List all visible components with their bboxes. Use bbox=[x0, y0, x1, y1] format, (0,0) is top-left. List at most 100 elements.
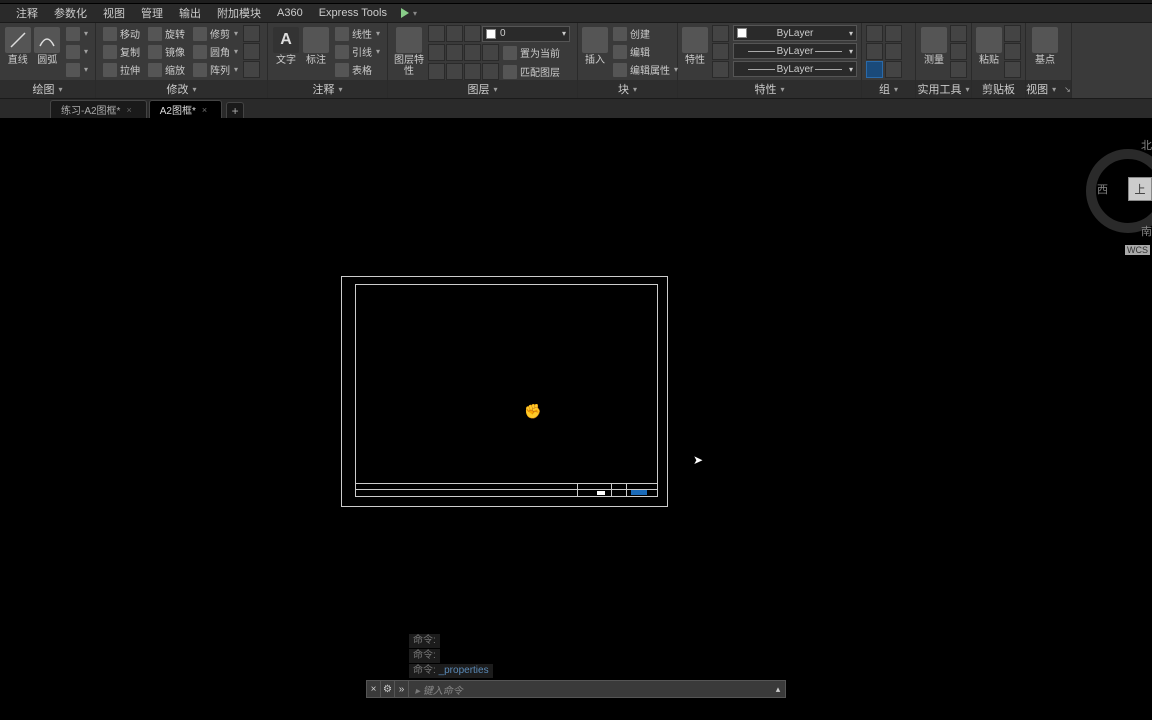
panel-block-label[interactable]: 块▾ bbox=[578, 80, 677, 98]
tab-a360[interactable]: A360 bbox=[269, 5, 311, 21]
color-dropdown[interactable]: ByLayer▾ bbox=[733, 25, 857, 41]
panel-draw-label[interactable]: 绘图▾ bbox=[0, 80, 95, 98]
block-editattr-button[interactable]: 编辑属性▾ bbox=[610, 61, 681, 78]
layer-ic5[interactable] bbox=[446, 44, 463, 61]
linetype-dropdown[interactable]: ByLayer▾ bbox=[733, 61, 857, 77]
block-edit-button[interactable]: 编辑 bbox=[610, 43, 681, 60]
table-button[interactable]: 表格 bbox=[332, 61, 383, 78]
draw-rect-button[interactable]: ▾ bbox=[63, 43, 91, 60]
panel-annot-label[interactable]: 注释▾ bbox=[268, 80, 387, 98]
block-create-button[interactable]: 创建 bbox=[610, 25, 681, 42]
util-ic1[interactable] bbox=[950, 25, 967, 42]
scale-button[interactable]: 缩放 bbox=[145, 61, 188, 78]
util-ic3[interactable] bbox=[950, 61, 967, 78]
arc-button[interactable]: 圆弧 bbox=[33, 25, 60, 79]
add-tab-button[interactable]: + bbox=[226, 102, 244, 118]
panel-props-label[interactable]: 特性▾ bbox=[678, 80, 861, 98]
draw-circle-button[interactable]: ▾ bbox=[63, 25, 91, 42]
close-icon[interactable]: × bbox=[202, 105, 207, 115]
doc-tab-2[interactable]: A2图框*× bbox=[149, 100, 222, 118]
mirror-button[interactable]: 镜像 bbox=[145, 43, 188, 60]
cmd-config-icon[interactable]: ⚙ bbox=[381, 681, 395, 697]
tab-parametric[interactable]: 参数化 bbox=[46, 3, 95, 23]
tab-play-icon[interactable]: ▾ bbox=[401, 8, 417, 18]
fillet-button[interactable]: 圆角▾ bbox=[190, 43, 241, 60]
rotate-button[interactable]: 旋转 bbox=[145, 25, 188, 42]
layer-ic11[interactable] bbox=[482, 63, 499, 80]
doc-tab-1[interactable]: 练习-A2图框*× bbox=[50, 100, 147, 118]
tab-addins[interactable]: 附加模块 bbox=[209, 3, 269, 23]
move-button[interactable]: 移动 bbox=[100, 25, 143, 42]
insert-button[interactable]: 插入 bbox=[582, 25, 608, 79]
viewcube-south[interactable]: 南 bbox=[1141, 223, 1152, 239]
tab-output[interactable]: 输出 bbox=[171, 3, 209, 23]
copy-button[interactable]: 复制 bbox=[100, 43, 143, 60]
props-ic3[interactable] bbox=[712, 61, 729, 78]
layer-ic10[interactable] bbox=[464, 63, 481, 80]
array-button[interactable]: 阵列▾ bbox=[190, 61, 241, 78]
ribbon: 直线 圆弧 ▾ ▾ ▾ 绘图▾ 移动 复制 拉伸 旋转 镜像 缩放 修剪▾ bbox=[0, 23, 1152, 99]
group-ic2[interactable] bbox=[885, 25, 902, 42]
cmd-history-icon[interactable]: ▴ bbox=[771, 684, 785, 695]
group-ic6[interactable] bbox=[885, 61, 902, 78]
layer-ic6[interactable] bbox=[464, 44, 481, 61]
panel-group-label[interactable]: 组▾ bbox=[862, 80, 915, 98]
paste-button[interactable]: 粘贴 bbox=[976, 25, 1002, 79]
leader-button[interactable]: 引线▾ bbox=[332, 43, 383, 60]
props-ic2[interactable] bbox=[712, 43, 729, 60]
viewcube-north[interactable]: 北 bbox=[1141, 137, 1152, 153]
layer-ic8[interactable] bbox=[428, 63, 445, 80]
layer-ic3[interactable] bbox=[464, 25, 481, 42]
layer-ic7[interactable] bbox=[482, 44, 499, 61]
clip-ic2[interactable] bbox=[1004, 43, 1021, 60]
group-ic1[interactable] bbox=[866, 25, 883, 42]
command-input[interactable]: ▸ 键入命令 bbox=[409, 682, 771, 697]
panel-util-label[interactable]: 实用工具▾ bbox=[916, 80, 971, 98]
lineweight-dropdown[interactable]: ByLayer▾ bbox=[733, 43, 857, 59]
group-ic4[interactable] bbox=[885, 43, 902, 60]
set-current-button[interactable]: 置为当前 bbox=[500, 44, 563, 61]
cmd-close-icon[interactable]: × bbox=[367, 681, 381, 697]
modify-explode-icon[interactable] bbox=[243, 43, 260, 60]
panel-view-label[interactable]: 视图▾↘ bbox=[1026, 80, 1071, 98]
close-icon[interactable]: × bbox=[126, 105, 131, 115]
wcs-label[interactable]: WCS bbox=[1125, 245, 1150, 255]
base-button[interactable]: 基点 bbox=[1030, 25, 1060, 79]
layer-props-button[interactable]: 图层特性 bbox=[392, 25, 426, 79]
layer-ic4[interactable] bbox=[428, 44, 445, 61]
viewcube-top[interactable]: 上 bbox=[1128, 177, 1152, 201]
panel-layer-label[interactable]: 图层▾ bbox=[388, 80, 577, 98]
group-ic5[interactable] bbox=[866, 61, 883, 78]
draw-hatch-button[interactable]: ▾ bbox=[63, 61, 91, 78]
command-line[interactable]: × ⚙ » ▸ 键入命令 ▴ bbox=[366, 680, 786, 698]
util-ic2[interactable] bbox=[950, 43, 967, 60]
modify-offset-icon[interactable] bbox=[243, 61, 260, 78]
drawing-canvas[interactable]: ✊ ➤ 北 西 上 南 WCS 命令: 命令: 命令: _properties … bbox=[0, 119, 1152, 700]
layer-ic2[interactable] bbox=[446, 25, 463, 42]
layer-ic9[interactable] bbox=[446, 63, 463, 80]
layer-ic1[interactable] bbox=[428, 25, 445, 42]
clip-ic3[interactable] bbox=[1004, 61, 1021, 78]
trim-button[interactable]: 修剪▾ bbox=[190, 25, 241, 42]
tab-express[interactable]: Express Tools bbox=[311, 5, 395, 21]
viewcube-west[interactable]: 西 bbox=[1097, 181, 1108, 197]
tab-manage[interactable]: 管理 bbox=[133, 3, 171, 23]
line-button[interactable]: 直线 bbox=[4, 25, 31, 79]
props-button[interactable]: 特性 bbox=[682, 25, 708, 79]
text-button[interactable]: A文字 bbox=[272, 25, 300, 79]
tab-annotate[interactable]: 注释 bbox=[8, 3, 46, 23]
layer-dropdown[interactable]: 0▾ bbox=[482, 26, 570, 42]
dim-button[interactable]: 标注 bbox=[302, 25, 330, 79]
cmd-prompt-icon: » bbox=[395, 681, 409, 697]
group-ic3[interactable] bbox=[866, 43, 883, 60]
modify-erase-icon[interactable] bbox=[243, 25, 260, 42]
tab-view[interactable]: 视图 bbox=[95, 3, 133, 23]
viewcube[interactable]: 北 西 上 南 bbox=[1082, 129, 1152, 239]
match-props-icon[interactable] bbox=[712, 25, 729, 42]
linear-dim-button[interactable]: 线性▾ bbox=[332, 25, 383, 42]
clip-ic1[interactable] bbox=[1004, 25, 1021, 42]
measure-button[interactable]: 测量 bbox=[920, 25, 948, 79]
stretch-button[interactable]: 拉伸 bbox=[100, 61, 143, 78]
match-layer-button[interactable]: 匹配图层 bbox=[500, 63, 563, 80]
panel-modify-label[interactable]: 修改▾ bbox=[96, 80, 267, 98]
